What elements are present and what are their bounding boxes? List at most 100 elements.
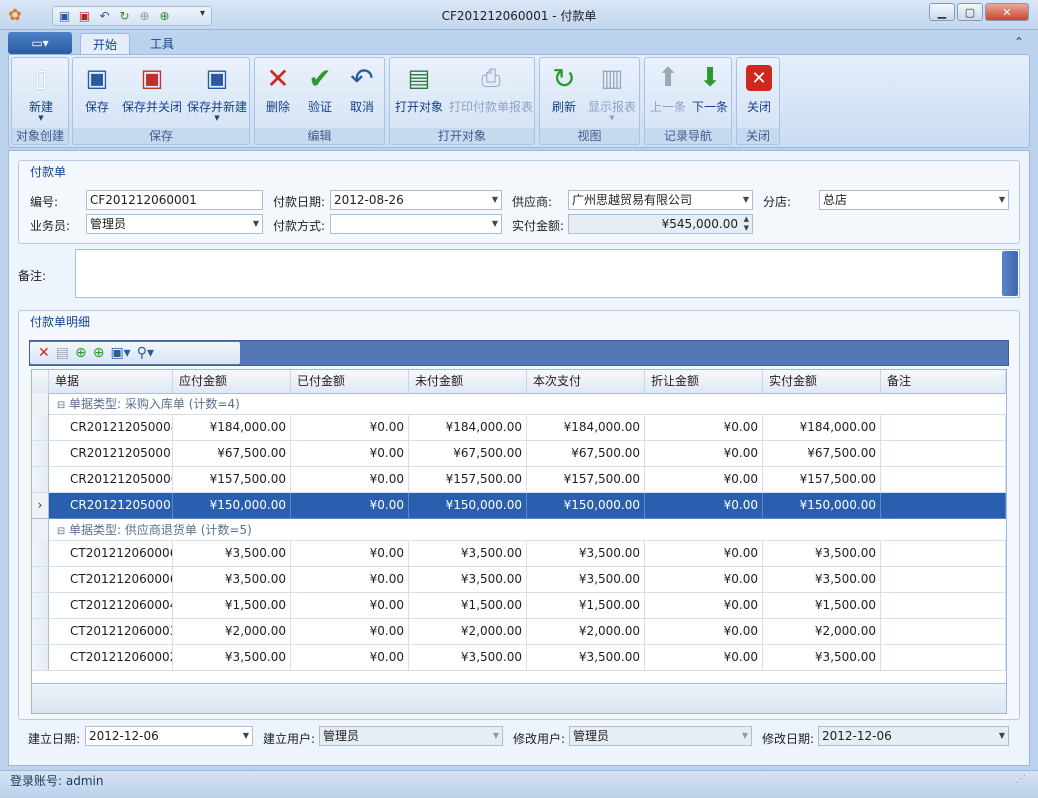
column-header-doc[interactable]: 单据 — [49, 370, 173, 394]
cell-this-payment[interactable]: ¥2,000.00 — [527, 619, 645, 645]
tab-start[interactable]: 开始 — [80, 33, 131, 55]
chevron-down-icon[interactable]: ▼ — [493, 727, 499, 745]
cell-payable[interactable]: ¥2,000.00 — [173, 619, 291, 645]
move-down-icon[interactable]: ⊕ — [93, 346, 105, 360]
cell-remark[interactable] — [881, 467, 1006, 493]
cell-actual[interactable]: ¥150,000.00 — [763, 493, 881, 519]
cell-payable[interactable]: ¥3,500.00 — [173, 567, 291, 593]
column-header-actual[interactable]: 实付金额 — [763, 370, 881, 394]
row-indicator[interactable] — [32, 567, 49, 593]
cell-this-payment[interactable]: ¥67,500.00 — [527, 441, 645, 467]
open-object-button[interactable]: ▤ 打开对象 — [392, 62, 446, 126]
cell-discount[interactable]: ¥0.00 — [645, 645, 763, 671]
cell-unpaid[interactable]: ¥150,000.00 — [409, 493, 527, 519]
actual-amount-field[interactable]: ¥545,000.00 ▲ ▼ — [568, 214, 753, 234]
table-row[interactable]: CR201212050006 ¥157,500.00 ¥0.00 ¥157,50… — [32, 467, 1006, 493]
cell-actual[interactable]: ¥3,500.00 — [763, 541, 881, 567]
cell-discount[interactable]: ¥0.00 — [645, 493, 763, 519]
cell-discount[interactable]: ¥0.00 — [645, 441, 763, 467]
group-row-return[interactable]: ⊟ 单据类型: 供应商退货单 (计数=5) — [32, 519, 1006, 541]
close-window-button[interactable]: ✕ — [985, 3, 1029, 21]
cell-doc[interactable]: CT201212060006 — [49, 567, 173, 593]
remark-scrollbar[interactable] — [1002, 251, 1018, 296]
table-row-selected[interactable]: › CR201212050001 ¥150,000.00 ¥0.00 ¥150,… — [32, 493, 1006, 519]
created-user-field[interactable]: 管理员 ▼ — [319, 726, 503, 746]
cell-discount[interactable]: ¥0.00 — [645, 541, 763, 567]
table-row[interactable]: CT201212060002 ¥3,500.00 ¥0.00 ¥3,500.00… — [32, 645, 1006, 671]
cell-paid[interactable]: ¥0.00 — [291, 441, 409, 467]
cell-paid[interactable]: ¥0.00 — [291, 541, 409, 567]
clerk-field[interactable]: 管理员 ▼ — [86, 214, 263, 234]
cell-this-payment[interactable]: ¥1,500.00 — [527, 593, 645, 619]
cell-unpaid[interactable]: ¥1,500.00 — [409, 593, 527, 619]
resize-grip-icon[interactable]: ⋰ — [1016, 774, 1026, 785]
delete-button[interactable]: ✕ 删除 — [259, 62, 297, 126]
minimize-button[interactable]: ▁ — [929, 3, 955, 21]
cell-payable[interactable]: ¥184,000.00 — [173, 415, 291, 441]
cell-unpaid[interactable]: ¥2,000.00 — [409, 619, 527, 645]
chevron-down-icon[interactable]: ▼ — [243, 727, 249, 745]
print-grid-icon[interactable]: ▤ — [56, 346, 69, 360]
created-date-field[interactable]: 2012-12-06 ▼ — [85, 726, 253, 746]
cell-this-payment[interactable]: ¥3,500.00 — [527, 645, 645, 671]
new-button[interactable]: ▯ 新建 ▼ — [14, 62, 68, 126]
cell-unpaid[interactable]: ¥3,500.00 — [409, 567, 527, 593]
group-row-purchase[interactable]: ⊟ 单据类型: 采购入库单 (计数=4) — [32, 393, 1006, 415]
cell-this-payment[interactable]: ¥157,500.00 — [527, 467, 645, 493]
tab-tools[interactable]: 工具 — [138, 33, 186, 55]
collapse-icon[interactable]: ⊟ — [57, 400, 65, 411]
chevron-down-icon[interactable]: ▼ — [742, 727, 748, 745]
print-report-button[interactable]: ⎙ 打印付款单报表 — [448, 62, 534, 126]
search-icon[interactable]: ⚲▾ — [137, 346, 154, 360]
chevron-down-icon[interactable]: ▼ — [492, 191, 498, 209]
chevron-down-icon[interactable]: ▼ — [253, 215, 259, 233]
cell-payable[interactable]: ¥1,500.00 — [173, 593, 291, 619]
cell-doc[interactable]: CT201212060003 — [49, 619, 173, 645]
validate-button[interactable]: ✔ 验证 — [301, 62, 339, 126]
row-indicator[interactable] — [32, 645, 49, 671]
export-icon[interactable]: ▣▾ — [110, 346, 130, 360]
app-menu-button[interactable]: ▭▾ — [8, 32, 72, 54]
column-header-remark[interactable]: 备注 — [881, 370, 1006, 394]
column-header-paid[interactable]: 已付金额 — [291, 370, 409, 394]
supplier-field[interactable]: 广州思越贸易有限公司 ▼ — [568, 190, 753, 210]
cell-remark[interactable] — [881, 441, 1006, 467]
modified-user-field[interactable]: 管理员 ▼ — [569, 726, 752, 746]
cell-payable[interactable]: ¥157,500.00 — [173, 467, 291, 493]
next-record-button[interactable]: ⬇ 下一条 — [689, 62, 731, 126]
cell-payable[interactable]: ¥67,500.00 — [173, 441, 291, 467]
table-row[interactable]: CT201212060004 ¥1,500.00 ¥0.00 ¥1,500.00… — [32, 593, 1006, 619]
chevron-down-icon[interactable]: ▼ — [999, 727, 1005, 745]
cell-actual[interactable]: ¥67,500.00 — [763, 441, 881, 467]
row-indicator[interactable] — [32, 441, 49, 467]
cell-remark[interactable] — [881, 619, 1006, 645]
cell-remark[interactable] — [881, 493, 1006, 519]
cell-actual[interactable]: ¥3,500.00 — [763, 645, 881, 671]
cell-remark[interactable] — [881, 415, 1006, 441]
column-header-payable[interactable]: 应付金额 — [173, 370, 291, 394]
cell-doc[interactable]: CR201212050006 — [49, 467, 173, 493]
cell-discount[interactable]: ¥0.00 — [645, 593, 763, 619]
cell-unpaid[interactable]: ¥3,500.00 — [409, 541, 527, 567]
refresh-button[interactable]: ↻ 刷新 — [544, 62, 584, 126]
save-and-close-button[interactable]: ▣ 保存并关闭 — [119, 62, 185, 126]
cell-paid[interactable]: ¥0.00 — [291, 645, 409, 671]
cell-actual[interactable]: ¥1,500.00 — [763, 593, 881, 619]
cell-paid[interactable]: ¥0.00 — [291, 593, 409, 619]
row-pointer-icon[interactable]: › — [32, 493, 49, 519]
cell-doc[interactable]: CT201212060006 — [49, 541, 173, 567]
chevron-down-icon[interactable]: ▼ — [999, 191, 1005, 209]
cell-doc[interactable]: CR201212050007 — [49, 441, 173, 467]
save-and-new-button[interactable]: ▣ 保存并新建 ▼ — [185, 62, 249, 126]
show-report-button[interactable]: ▥ 显示报表 ▼ — [586, 62, 638, 126]
pay-date-field[interactable]: 2012-08-26 ▼ — [330, 190, 502, 210]
code-field[interactable]: CF201212060001 — [86, 190, 263, 210]
row-indicator[interactable] — [32, 593, 49, 619]
maximize-button[interactable]: ▢ — [957, 3, 983, 21]
row-indicator[interactable] — [32, 415, 49, 441]
cell-this-payment[interactable]: ¥3,500.00 — [527, 567, 645, 593]
store-field[interactable]: 总店 ▼ — [819, 190, 1009, 210]
table-row[interactable]: CR201212050007 ¥67,500.00 ¥0.00 ¥67,500.… — [32, 441, 1006, 467]
remark-textarea[interactable] — [75, 249, 1020, 298]
row-indicator[interactable] — [32, 467, 49, 493]
